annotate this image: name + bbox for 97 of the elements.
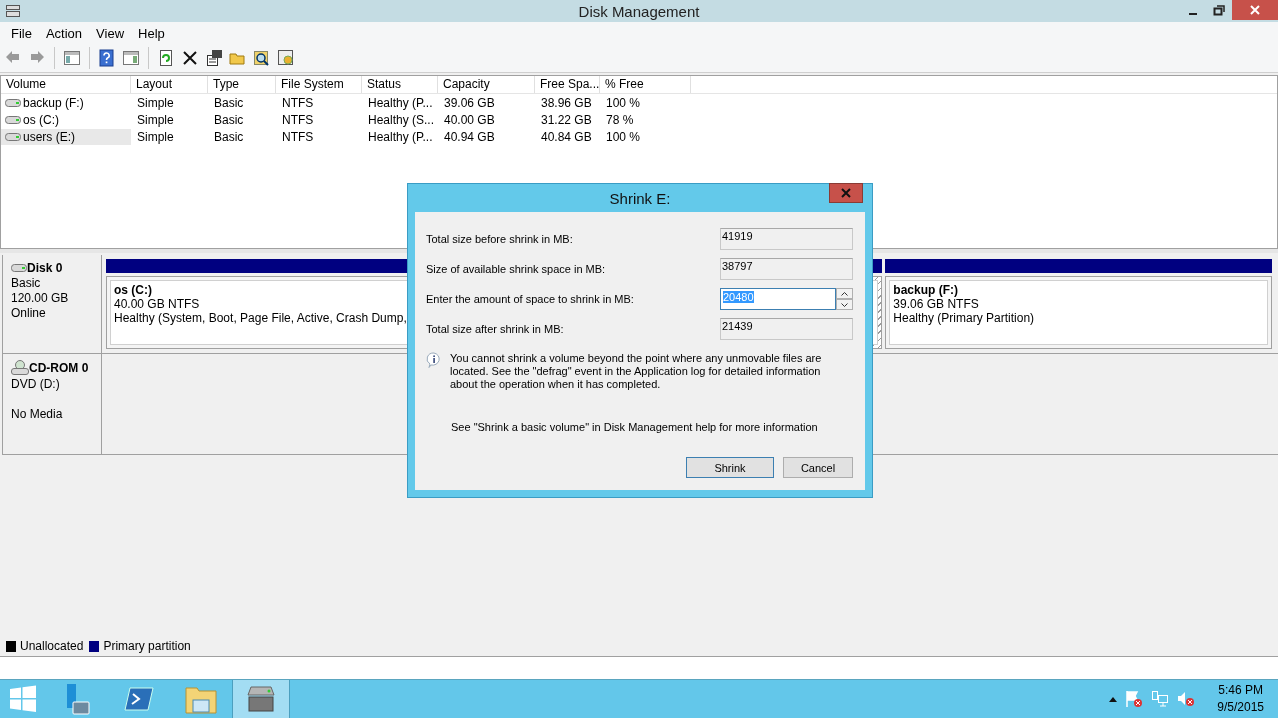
delete-icon[interactable]: [181, 49, 199, 67]
menu-item[interactable]: Action: [38, 25, 90, 41]
table-cell-text: 39.06 GB: [443, 95, 496, 110]
window-title: Disk Management: [578, 2, 700, 20]
menu-item[interactable]: Help: [131, 25, 172, 41]
readonly-field: 21439: [720, 318, 853, 340]
table-cell-text: Basic: [213, 112, 245, 127]
close-button[interactable]: [1232, 0, 1278, 20]
drive-icon: [5, 4, 21, 18]
column-header[interactable]: Layout: [131, 76, 208, 93]
table-cell-text: Simple: [136, 95, 175, 110]
help-text: See "Shrink a basic volume" in Disk Management help for more information: [451, 421, 819, 433]
magnifier-icon[interactable]: [253, 49, 271, 67]
partition-status: Healthy (System, Boot, Page File, Active, Crash Dump,: [114, 311, 407, 325]
readonly-field: 38797: [720, 258, 853, 280]
spin-down-button[interactable]: [836, 299, 853, 310]
column-header[interactable]: % Free: [600, 76, 691, 93]
close-icon: [840, 188, 852, 198]
disk-name: CD-ROM 0: [29, 361, 89, 375]
taskbar-app-button[interactable]: [232, 680, 290, 718]
flag-error-icon[interactable]: [1125, 690, 1144, 708]
table-cell-text: Healthy (S...: [367, 112, 436, 127]
disk-status: Online: [11, 306, 47, 320]
speaker-muted-icon[interactable]: [1177, 690, 1196, 708]
partition-size: 39.06 GB NTFS: [893, 297, 979, 311]
column-header[interactable]: Type: [208, 76, 276, 93]
partition-name: backup (F:): [893, 283, 958, 297]
field-label: Total size before shrink in MB:: [426, 233, 574, 245]
shrink-button[interactable]: Shrink: [686, 457, 774, 478]
volume-name[interactable]: backup (F:): [1, 94, 131, 111]
table-cell-text: NTFS: [281, 112, 315, 127]
field-label: Size of available shrink space in MB:: [426, 263, 607, 275]
menu-item[interactable]: View: [89, 25, 132, 41]
disk-type: DVD (D:): [11, 377, 61, 391]
windows-logo-icon: [9, 685, 37, 713]
table-cell-text: 100 %: [605, 129, 642, 144]
close-icon: [1249, 5, 1261, 15]
table-cell-text: 40.84 GB: [540, 129, 593, 144]
properties-icon[interactable]: [205, 49, 223, 67]
column-header[interactable]: File System: [276, 76, 362, 93]
folder-icon: [185, 684, 217, 714]
panel-icon[interactable]: [122, 49, 140, 67]
disk-type: Basic: [11, 276, 42, 290]
table-cell-text: Basic: [213, 95, 245, 110]
table-cell-text: 40.94 GB: [443, 129, 496, 144]
column-header[interactable]: Free Spa...: [535, 76, 600, 93]
column-header[interactable]: Volume: [1, 76, 131, 93]
help-icon[interactable]: [98, 49, 116, 67]
table-cell-text: 38.96 GB: [540, 95, 593, 110]
volume-name[interactable]: os (C:): [1, 111, 131, 128]
table-cell-text: Simple: [136, 129, 175, 144]
partition-size: 40.00 GB NTFS: [114, 297, 200, 311]
disk-size: 120.00 GB: [11, 291, 70, 305]
caret-up-icon[interactable]: [1109, 696, 1118, 702]
partition-block[interactable]: backup (F:) 39.06 GB NTFS Healthy (Primary Partition): [885, 276, 1272, 349]
cancel-button[interactable]: Cancel: [783, 457, 853, 478]
table-cell-text: Simple: [136, 112, 175, 127]
table-cell-text: Healthy (P...: [367, 129, 434, 144]
table-cell-text: Basic: [213, 129, 245, 144]
caret-down-icon: [841, 302, 848, 307]
menu-item[interactable]: File: [4, 25, 39, 41]
clock[interactable]: 5:46 PM 9/5/2015: [1217, 682, 1264, 716]
partition-status: Healthy (Primary Partition): [893, 311, 1035, 325]
volume-name[interactable]: users (E:): [1, 128, 131, 145]
close-button[interactable]: [829, 183, 863, 203]
readonly-field: 41919: [720, 228, 853, 250]
partition-name: os (C:): [114, 283, 152, 297]
info-text: You cannot shrink a volume beyond the point where any unmovable files are located. See the "defrag" event in the Application log for detailed information about the operation when it has completed.: [450, 352, 823, 391]
table-cell-text: 40.00 GB: [443, 112, 496, 127]
settings-icon[interactable]: [277, 49, 295, 67]
disk-name: Disk 0: [27, 261, 63, 275]
restore-icon: [1213, 4, 1225, 16]
drive-icon: [11, 263, 27, 273]
table-cell-text: NTFS: [281, 129, 315, 144]
table-cell-text: NTFS: [281, 95, 315, 110]
table-cell-text: 100 %: [605, 95, 642, 110]
drive-icon: [5, 114, 21, 125]
info-icon: [426, 352, 442, 368]
drive-icon: [5, 97, 21, 108]
dialog-title: Shrink E:: [609, 189, 671, 207]
cd-drive-icon: [11, 360, 29, 376]
minimize-icon: [1189, 13, 1197, 15]
drive-icon: [5, 131, 21, 142]
caret-up-icon: [841, 291, 848, 296]
spin-up-button[interactable]: [836, 288, 853, 299]
disk-status: No Media: [11, 407, 64, 421]
drive-toolbox-icon: [245, 683, 277, 715]
panel-icon[interactable]: [63, 49, 81, 67]
legend-label: Primary partition: [103, 639, 191, 653]
refresh-icon[interactable]: [157, 49, 175, 67]
table-cell-text: 31.22 GB: [540, 112, 593, 127]
table-cell-text: 78 %: [605, 112, 635, 127]
column-header[interactable]: Capacity: [438, 76, 535, 93]
legend-label: Unallocated: [20, 639, 84, 653]
terminal-icon: [124, 686, 154, 712]
table-cell-text: Healthy (P...: [367, 95, 434, 110]
column-header[interactable]: Status: [362, 76, 438, 93]
